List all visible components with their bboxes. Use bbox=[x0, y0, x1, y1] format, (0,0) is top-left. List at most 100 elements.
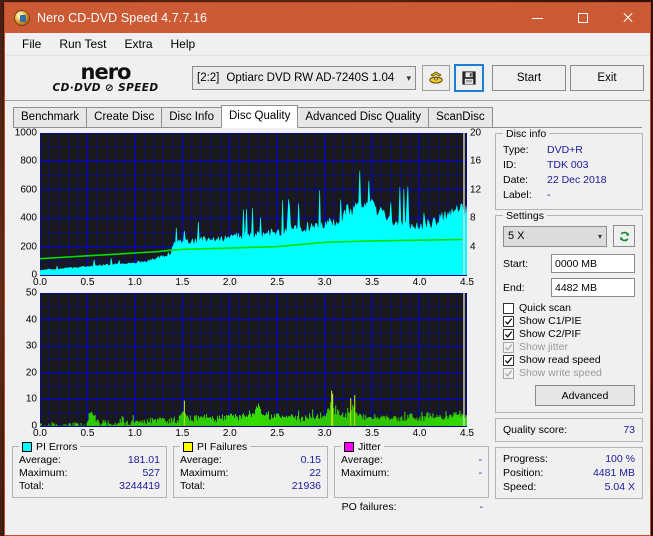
pi-failures-y-axis: 50403020100 bbox=[12, 293, 40, 426]
menu-help[interactable]: Help bbox=[162, 35, 205, 53]
pi-failures-average-label: Average: bbox=[180, 454, 222, 467]
minimize-button[interactable] bbox=[515, 3, 560, 33]
pi-failures-total-label: Total: bbox=[180, 480, 205, 493]
advanced-button[interactable]: Advanced bbox=[535, 385, 635, 406]
end-input[interactable]: 4482 MB bbox=[551, 278, 635, 297]
position-row: Position: 4481 MB bbox=[503, 466, 635, 480]
speed-label: Speed: bbox=[503, 480, 555, 494]
pi-errors-average-value: 181.01 bbox=[128, 454, 160, 467]
tab-strip: Benchmark Create Disc Disc Info Disc Qua… bbox=[5, 107, 650, 128]
tab-create-disc[interactable]: Create Disc bbox=[86, 107, 162, 128]
check-icon bbox=[504, 343, 513, 352]
axis-tick-label: 20 bbox=[470, 128, 481, 139]
tab-disc-info[interactable]: Disc Info bbox=[161, 107, 222, 128]
disc-date-value: 22 Dec 2018 bbox=[547, 173, 607, 188]
pi-errors-average-label: Average: bbox=[19, 454, 61, 467]
checkbox-label: Quick scan bbox=[519, 302, 571, 314]
axis-tick-label: 2.5 bbox=[270, 428, 284, 439]
checkbox-show-c1-pie[interactable]: Show C1/PIE bbox=[503, 315, 635, 327]
toolbar: nero CD·DVD ⊘ SPEED [2:2] Optiarc DVD RW… bbox=[5, 56, 650, 101]
close-button[interactable] bbox=[605, 3, 650, 33]
pi-errors-x-axis: 0.00.51.01.52.02.53.03.54.04.5 bbox=[40, 276, 467, 291]
menu-extra[interactable]: Extra bbox=[115, 35, 161, 53]
po-failures-value: - bbox=[480, 501, 490, 514]
pi-errors-total-row: Total: 3244419 bbox=[19, 480, 160, 493]
disc-label-row: Label: - bbox=[503, 188, 635, 203]
pi-failures-color-swatch bbox=[183, 442, 193, 452]
pi-failures-maximum-label: Maximum: bbox=[180, 467, 228, 480]
speed-select[interactable]: 5 X ▾ bbox=[503, 226, 607, 247]
pi-failures-total-row: Total: 21936 bbox=[180, 480, 321, 493]
pi-failures-average-row: Average: 0.15 bbox=[180, 454, 321, 467]
settings-group: Settings 5 X ▾ bbox=[495, 215, 643, 413]
axis-tick-label: 16 bbox=[470, 156, 481, 167]
checkbox-box bbox=[503, 342, 514, 353]
checkbox-quick-scan[interactable]: Quick scan bbox=[503, 302, 635, 314]
tab-disc-quality[interactable]: Disc Quality bbox=[221, 105, 298, 128]
tab-scandisc[interactable]: ScanDisc bbox=[428, 107, 493, 128]
disc-id-row: ID: TDK 003 bbox=[503, 158, 635, 173]
minimize-icon bbox=[532, 18, 543, 19]
drive-select[interactable]: [2:2] Optiarc DVD RW AD-7240S 1.04 ▾ bbox=[192, 66, 416, 90]
speed-row: Speed: 5.04 X bbox=[503, 480, 635, 494]
checkbox-label: Show C2/PIF bbox=[519, 328, 581, 340]
checkbox-show-c2-pif[interactable]: Show C2/PIF bbox=[503, 328, 635, 340]
checkbox-label: Show jitter bbox=[519, 341, 568, 353]
checkbox-show-read-speed[interactable]: Show read speed bbox=[503, 354, 635, 366]
pi-failures-x-axis: 0.00.51.01.52.02.53.03.54.04.5 bbox=[40, 427, 467, 442]
disc-id-value: TDK 003 bbox=[547, 158, 588, 173]
exit-button[interactable]: Exit bbox=[570, 65, 644, 91]
pi-errors-legend-label: PI Errors bbox=[36, 441, 77, 453]
pi-failures-chart: 50403020100 bbox=[12, 293, 489, 426]
start-input[interactable]: 0000 MB bbox=[551, 254, 635, 273]
tab-benchmark[interactable]: Benchmark bbox=[13, 107, 87, 128]
maximize-button[interactable] bbox=[560, 3, 605, 33]
axis-tick-label: 3.0 bbox=[318, 277, 332, 288]
speed-select-value: 5 X bbox=[508, 230, 525, 242]
axis-tick-label: 4.0 bbox=[413, 428, 427, 439]
disc-info-legend: Disc info bbox=[503, 128, 549, 140]
refresh-button[interactable] bbox=[613, 225, 635, 247]
pi-errors-maximum-label: Maximum: bbox=[19, 467, 67, 480]
disc-id-label: ID: bbox=[503, 158, 547, 173]
eject-disc-icon bbox=[428, 70, 444, 86]
speed-value: 5.04 X bbox=[605, 480, 635, 494]
refresh-icon bbox=[618, 230, 631, 243]
progress-row: Progress: 100 % bbox=[503, 452, 635, 466]
application-window: Nero CD-DVD Speed 4.7.7.16 File Run Test… bbox=[4, 2, 651, 536]
check-icon bbox=[504, 317, 513, 326]
jitter-color-swatch bbox=[344, 442, 354, 452]
eject-disc-button[interactable] bbox=[422, 65, 450, 91]
pi-failures-right-spacer bbox=[467, 293, 489, 426]
checkbox-box bbox=[503, 355, 514, 366]
start-button[interactable]: Start bbox=[492, 65, 566, 91]
disc-label-value: - bbox=[547, 188, 551, 203]
quality-score-label: Quality score: bbox=[503, 424, 567, 436]
axis-tick-label: 600 bbox=[20, 184, 37, 195]
axis-tick-label: 20 bbox=[26, 367, 37, 378]
chevron-down-icon: ▾ bbox=[598, 232, 602, 241]
checkbox-show-jitter: Show jitter bbox=[503, 341, 635, 353]
pi-errors-stats: PI Errors Average: 181.01 Maximum: 527 T… bbox=[12, 446, 167, 498]
tab-advanced-disc-quality[interactable]: Advanced Disc Quality bbox=[297, 107, 429, 128]
disc-label-label: Label: bbox=[503, 188, 547, 203]
axis-tick-label: 4 bbox=[470, 241, 476, 252]
axis-tick-label: 30 bbox=[26, 341, 37, 352]
axis-tick-label: 10 bbox=[26, 394, 37, 405]
axis-tick-label: 40 bbox=[26, 314, 37, 325]
po-failures-label: PO failures: bbox=[342, 501, 397, 514]
save-button[interactable] bbox=[454, 64, 484, 92]
menu-file[interactable]: File bbox=[13, 35, 50, 53]
checkbox-box bbox=[503, 303, 514, 314]
drive-id-label: [2:2] bbox=[197, 72, 219, 84]
axis-tick-label: 2.0 bbox=[223, 428, 237, 439]
menu-run-test[interactable]: Run Test bbox=[50, 35, 115, 53]
quality-score-group: Quality score: 73 bbox=[495, 418, 643, 442]
jitter-legend: Jitter bbox=[341, 441, 384, 453]
disc-type-row: Type: DVD+R bbox=[503, 143, 635, 158]
checkbox-label: Show write speed bbox=[519, 367, 602, 379]
maximize-icon bbox=[578, 13, 588, 23]
axis-tick-label: 1.5 bbox=[175, 277, 189, 288]
end-row: End: 4482 MB bbox=[503, 278, 635, 297]
menu-bar: File Run Test Extra Help bbox=[5, 33, 650, 56]
